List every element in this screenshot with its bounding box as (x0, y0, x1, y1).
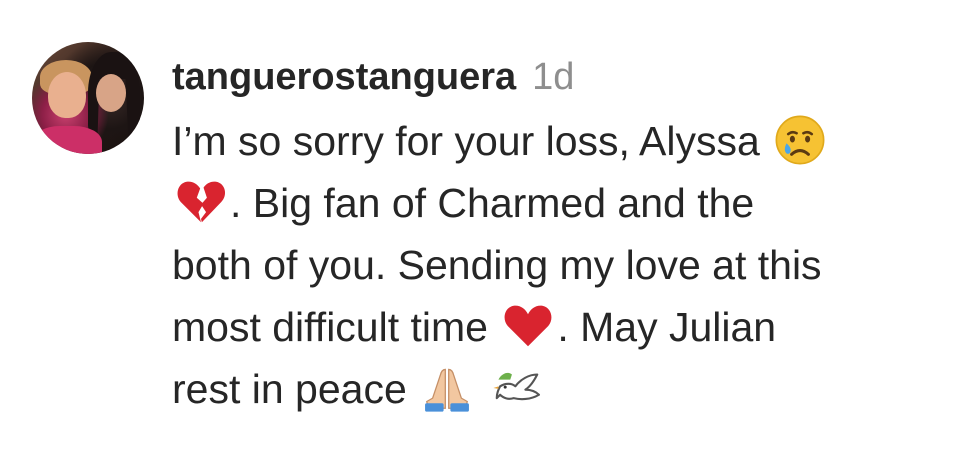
avatar-clothing (32, 126, 102, 154)
comment: tanguerostanguera 1d I’m so sorry for yo… (0, 0, 980, 455)
comment-text: I’m so sorry for your loss, Alyssa . Big… (172, 110, 962, 420)
comment-line-3-text: both of you. Sending my love at this (172, 242, 822, 288)
comment-line-4: most difficult time . May Julian (172, 296, 962, 358)
dove-icon (490, 361, 544, 415)
username[interactable]: tanguerostanguera (172, 56, 516, 99)
crying-face-icon (773, 113, 827, 167)
avatar[interactable] (32, 42, 144, 154)
avatar-face-right (96, 74, 126, 112)
comment-header: tanguerostanguera 1d (172, 52, 574, 102)
comment-line-2-text: . Big fan of Charmed and the (230, 180, 755, 226)
heart-icon (501, 299, 555, 353)
comment-line-4-text: most difficult time (172, 304, 488, 350)
timestamp[interactable]: 1d (532, 56, 574, 99)
broken-heart-icon (174, 175, 228, 229)
comment-line-1-text: I’m so sorry for your loss, Alyssa (172, 118, 760, 164)
comment-line-5: rest in peace (172, 358, 962, 420)
comment-line-5-text: rest in peace (172, 366, 407, 412)
comment-line-2: . Big fan of Charmed and the (172, 172, 962, 234)
avatar-face-left (48, 72, 86, 118)
comment-line-4-text-after: . May Julian (557, 304, 777, 350)
comment-line-3: both of you. Sending my love at this (172, 234, 962, 296)
comment-line-1: I’m so sorry for your loss, Alyssa (172, 110, 962, 172)
folded-hands-icon (420, 361, 474, 415)
